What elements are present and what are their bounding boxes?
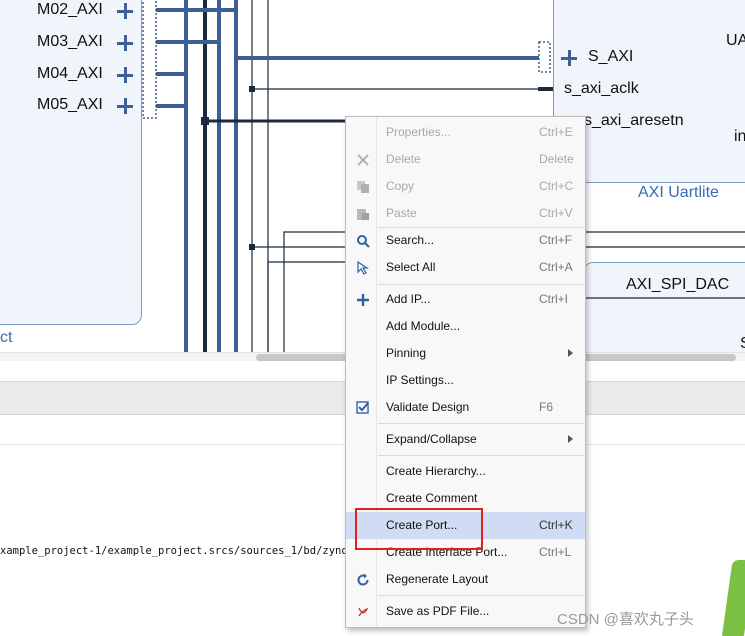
menu-item-shortcut: F6 — [539, 400, 554, 414]
menu-item-add-ip[interactable]: Add IP... Ctrl+I — [346, 286, 585, 313]
menu-item-pinning[interactable]: Pinning — [346, 340, 585, 367]
menu-item-shortcut: Ctrl+V — [539, 206, 573, 220]
search-icon — [355, 233, 371, 249]
submenu-arrow-icon — [568, 349, 573, 357]
menu-item-label: Copy — [386, 179, 415, 193]
menu-item-shortcut: Ctrl+I — [539, 292, 569, 306]
menu-separator — [378, 455, 584, 456]
menu-item-properties[interactable]: Properties... Ctrl+E — [346, 119, 585, 146]
menu-item-label: Save as PDF File... — [386, 604, 490, 618]
menu-item-delete[interactable]: Delete Delete — [346, 146, 585, 173]
menu-item-expand-collapse[interactable]: Expand/Collapse — [346, 426, 585, 453]
menu-item-create-hierarchy[interactable]: Create Hierarchy... — [346, 458, 585, 485]
menu-item-label: Search... — [386, 233, 435, 247]
menu-item-label: Paste — [386, 206, 417, 220]
menu-item-shortcut: Ctrl+E — [539, 125, 573, 139]
menu-separator — [378, 284, 584, 285]
context-menu: Properties... Ctrl+E Delete Delete Copy … — [345, 116, 586, 628]
menu-item-label: Add IP... — [386, 292, 431, 306]
uart-port-strip — [538, 41, 551, 73]
menu-separator — [378, 423, 584, 424]
menu-item-save-as-pdf[interactable]: Save as PDF File... — [346, 598, 585, 625]
menu-item-shortcut: Ctrl+C — [539, 179, 574, 193]
menu-item-ip-settings[interactable]: IP Settings... — [346, 367, 585, 394]
menu-item-label: Delete — [386, 152, 421, 166]
menu-item-validate-design[interactable]: Validate Design F6 — [346, 394, 585, 421]
menu-item-add-module[interactable]: Add Module... — [346, 313, 585, 340]
validate-icon — [355, 400, 371, 416]
menu-separator — [378, 595, 584, 596]
paste-icon — [355, 206, 371, 222]
log-output-line: xample_project-1/example_project.srcs/so… — [0, 545, 367, 557]
menu-item-label: Create Hierarchy... — [386, 464, 486, 478]
menu-item-label: Add Module... — [386, 319, 461, 333]
menu-item-label: IP Settings... — [386, 373, 454, 387]
regenerate-icon — [355, 572, 371, 588]
menu-item-shortcut: Ctrl+K — [539, 518, 573, 532]
menu-item-copy[interactable]: Copy Ctrl+C — [346, 173, 585, 200]
pdf-icon — [355, 604, 371, 620]
menu-item-paste[interactable]: Paste Ctrl+V — [346, 200, 585, 227]
submenu-arrow-icon — [568, 435, 573, 443]
select-all-icon — [355, 260, 371, 276]
menu-item-label: Create Comment — [386, 491, 478, 505]
menu-item-shortcut: Delete — [539, 152, 574, 166]
delete-icon — [355, 152, 371, 168]
menu-item-label: Properties... — [386, 125, 451, 139]
menu-item-shortcut: Ctrl+A — [539, 260, 573, 274]
menu-item-shortcut: Ctrl+F — [539, 233, 572, 247]
menu-item-label: Validate Design — [386, 400, 470, 414]
copy-icon — [355, 179, 371, 195]
menu-item-label: Select All — [386, 260, 436, 274]
interconnect-port-strip — [142, 0, 157, 119]
add-icon — [355, 292, 371, 308]
annotation-highlight-box — [355, 508, 483, 550]
menu-item-shortcut: Ctrl+L — [539, 545, 572, 559]
menu-item-regenerate-layout[interactable]: Regenerate Layout — [346, 566, 585, 593]
menu-item-label: Expand/Collapse — [386, 432, 477, 446]
menu-item-label: Pinning — [386, 346, 427, 360]
menu-item-label: Regenerate Layout — [386, 572, 489, 586]
menu-item-search[interactable]: Search... Ctrl+F — [346, 227, 585, 254]
watermark-text: CSDN @喜欢丸子头 — [557, 611, 694, 628]
menu-item-select-all[interactable]: Select All Ctrl+A — [346, 254, 585, 281]
